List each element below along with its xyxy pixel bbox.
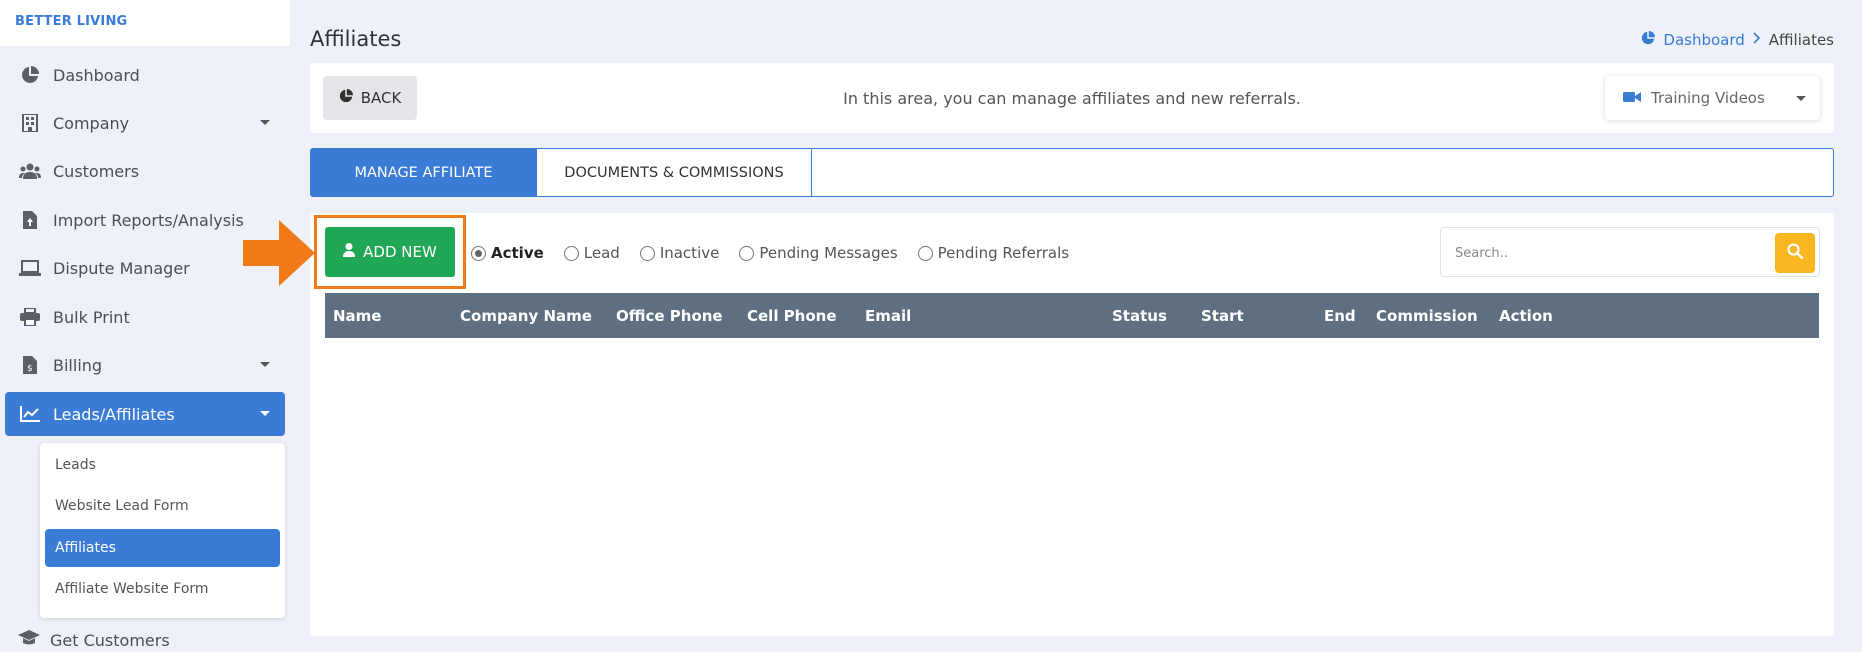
chevron-down-icon bbox=[260, 120, 270, 125]
sidebar-item-label: Leads/Affiliates bbox=[53, 404, 175, 424]
column-header-office-phone[interactable]: Office Phone bbox=[616, 307, 723, 325]
sidebar-item-label: Company bbox=[53, 113, 130, 133]
sidebar-item-company[interactable]: Company bbox=[5, 101, 285, 145]
filter-label: Inactive bbox=[659, 244, 720, 262]
pie-chart-icon bbox=[19, 64, 41, 86]
filter-label: Pending Referrals bbox=[937, 244, 1070, 262]
sidebar-item-label: Dispute Manager bbox=[53, 258, 190, 278]
training-videos-label: Training Videos bbox=[1651, 89, 1765, 107]
search-input[interactable] bbox=[1455, 242, 1755, 264]
building-icon bbox=[19, 112, 41, 134]
radio-button[interactable] bbox=[563, 245, 579, 261]
sidebar-item-billing[interactable]: $ Billing bbox=[5, 343, 285, 387]
sidebar-item-bulk-print[interactable]: Bulk Print bbox=[5, 295, 285, 339]
graduation-cap-icon bbox=[18, 630, 40, 650]
column-header-start[interactable]: Start bbox=[1201, 307, 1244, 325]
breadcrumb-dashboard-link[interactable]: Dashboard bbox=[1663, 31, 1744, 49]
submenu-item-affiliates[interactable]: Affiliates bbox=[45, 529, 280, 567]
pointer-arrow-icon bbox=[243, 220, 315, 286]
filter-pending-referrals[interactable]: Pending Referrals bbox=[917, 244, 1070, 262]
sidebar-item-label: Get Customers bbox=[50, 630, 170, 650]
column-header-email[interactable]: Email bbox=[865, 307, 911, 325]
breadcrumb: Dashboard Affiliates bbox=[1641, 31, 1834, 49]
add-new-label: ADD NEW bbox=[363, 243, 437, 261]
radio-button[interactable] bbox=[917, 245, 933, 261]
chart-line-icon bbox=[19, 403, 41, 425]
users-icon bbox=[19, 160, 41, 182]
column-header-cell-phone[interactable]: Cell Phone bbox=[747, 307, 837, 325]
filter-inactive[interactable]: Inactive bbox=[639, 244, 720, 262]
submenu-item-affiliate-website-form[interactable]: Affiliate Website Form bbox=[45, 570, 280, 608]
breadcrumb-current: Affiliates bbox=[1768, 31, 1834, 49]
chevron-down-icon bbox=[260, 362, 270, 367]
filter-active[interactable]: Active bbox=[471, 244, 544, 262]
tab-manage-affiliate[interactable]: MANAGE AFFILIATE bbox=[311, 149, 537, 196]
sidebar-item-label: Dashboard bbox=[53, 65, 140, 85]
table-header: Name Company Name Office Phone Cell Phon… bbox=[325, 293, 1819, 338]
sidebar-item-label: Billing bbox=[53, 355, 103, 375]
sidebar-item-label: Import Reports/Analysis bbox=[53, 210, 244, 230]
sidebar-item-leads-affiliates[interactable]: Leads/Affiliates bbox=[5, 392, 285, 436]
sidebar-item-get-customers[interactable]: Get Customers bbox=[18, 630, 170, 650]
filter-pending-messages[interactable]: Pending Messages bbox=[739, 244, 898, 262]
tab-documents-commissions[interactable]: DOCUMENTS & COMMISSIONS bbox=[537, 149, 812, 196]
user-icon bbox=[343, 243, 356, 261]
column-header-end[interactable]: End bbox=[1324, 307, 1356, 325]
filter-label: Active bbox=[491, 244, 544, 262]
search-box bbox=[1440, 227, 1820, 277]
laptop-icon bbox=[19, 257, 41, 279]
status-filter-group: Active Lead Inactive Pending Messages Pe… bbox=[471, 244, 1089, 262]
page-title: Affiliates bbox=[310, 27, 402, 51]
filter-lead[interactable]: Lead bbox=[563, 244, 620, 262]
pie-chart-icon bbox=[1641, 31, 1656, 49]
search-button[interactable] bbox=[1775, 233, 1815, 273]
column-header-action[interactable]: Action bbox=[1499, 307, 1553, 325]
radio-button[interactable] bbox=[639, 245, 655, 261]
file-upload-icon bbox=[19, 209, 41, 231]
column-header-name[interactable]: Name bbox=[333, 307, 381, 325]
chevron-right-icon bbox=[1753, 32, 1761, 48]
column-header-status[interactable]: Status bbox=[1112, 307, 1167, 325]
filter-label: Pending Messages bbox=[759, 244, 898, 262]
filter-label: Lead bbox=[583, 244, 620, 262]
sidebar-item-dashboard[interactable]: Dashboard bbox=[5, 53, 285, 97]
tab-bar: MANAGE AFFILIATE DOCUMENTS & COMMISSIONS bbox=[310, 148, 1834, 197]
column-header-company-name[interactable]: Company Name bbox=[460, 307, 592, 325]
brand-name: BETTER LIVING bbox=[15, 14, 128, 29]
affiliates-panel: ADD NEW Active Lead Inactive Pending Mes… bbox=[310, 213, 1834, 636]
submenu-item-website-lead-form[interactable]: Website Lead Form bbox=[45, 487, 280, 525]
chevron-down-icon bbox=[1796, 96, 1806, 101]
add-new-button[interactable]: ADD NEW bbox=[325, 227, 455, 277]
sidebar-item-label: Bulk Print bbox=[53, 307, 130, 327]
info-card: BACK In this area, you can manage affili… bbox=[310, 63, 1834, 133]
printer-icon bbox=[19, 306, 41, 328]
sidebar-item-label: Customers bbox=[53, 161, 140, 181]
svg-text:$: $ bbox=[27, 364, 33, 374]
chevron-down-icon bbox=[260, 411, 270, 416]
leads-affiliates-submenu: Leads Website Lead Form Affiliates Affil… bbox=[40, 443, 285, 618]
brand-header: BETTER LIVING bbox=[0, 0, 290, 46]
submenu-item-leads[interactable]: Leads bbox=[45, 446, 280, 484]
invoice-icon: $ bbox=[19, 354, 41, 376]
video-camera-icon bbox=[1623, 89, 1641, 107]
sidebar-item-customers[interactable]: Customers bbox=[5, 149, 285, 193]
column-header-commission[interactable]: Commission bbox=[1376, 307, 1478, 325]
radio-button[interactable] bbox=[471, 245, 486, 261]
search-icon bbox=[1787, 243, 1804, 263]
radio-button[interactable] bbox=[739, 245, 755, 261]
training-videos-dropdown[interactable]: Training Videos bbox=[1605, 76, 1820, 120]
